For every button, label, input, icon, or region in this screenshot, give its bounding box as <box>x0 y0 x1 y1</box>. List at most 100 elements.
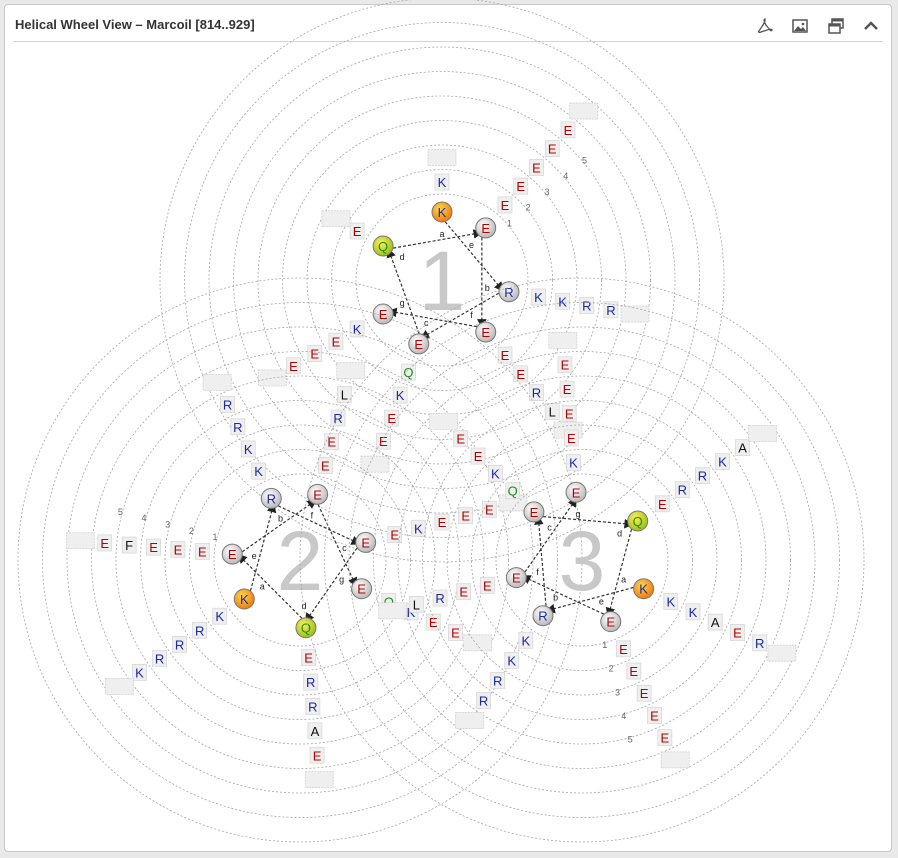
empty-slot <box>767 644 797 662</box>
outer-residue-letter: Q <box>508 484 518 499</box>
outer-residue-letter: E <box>304 651 313 666</box>
heptad-position-label: c <box>342 543 347 553</box>
empty-slot <box>548 331 578 349</box>
empty-slot <box>360 455 390 473</box>
outer-residue-letter: E <box>313 748 322 763</box>
outer-residue-letter: K <box>438 175 447 190</box>
helical-wheel-canvas: 1KaRbEcQdEeEfEgKK K R RQKEEEEEEEEEERLKEEE12… <box>17 0 865 843</box>
outer-residue-letter: E <box>332 334 341 349</box>
core-residue-letter: R <box>267 491 276 506</box>
outer-residue-letter: K <box>491 466 500 481</box>
heptad-position-label: e <box>599 597 604 607</box>
outer-residue-letter: E <box>548 142 557 157</box>
outer-residue-letter: R <box>493 673 502 688</box>
outer-residue-letter: K <box>254 464 263 479</box>
empty-slot <box>427 149 457 166</box>
outer-residue-letter: Q <box>403 365 413 380</box>
outer-residue-letter: R <box>678 483 687 498</box>
outer-residue-letter: L <box>549 404 556 419</box>
outer-residue-letter: E <box>660 731 669 746</box>
outer-residue-letter: E <box>564 123 573 138</box>
outer-residue-letter: E <box>532 160 541 175</box>
heptad-position-label: e <box>252 551 257 561</box>
heptad-position-label: f <box>536 567 539 577</box>
outer-residue-letter: E <box>567 431 576 446</box>
core-residue-letter: R <box>538 609 547 624</box>
core-residue-letter: E <box>357 582 366 597</box>
outer-residue-letter: E <box>640 686 649 701</box>
turn-number: 2 <box>189 526 194 536</box>
outer-residue-letter: R <box>532 386 541 401</box>
heptad-position-label: a <box>260 581 265 591</box>
empty-slot <box>569 102 599 120</box>
outer-residue-letter: A <box>711 615 720 630</box>
turn-number: 5 <box>628 735 633 745</box>
empty-slot <box>748 425 778 442</box>
outer-residue-letter: K <box>507 653 516 668</box>
empty-slot <box>429 413 458 430</box>
core-residue-letter: K <box>240 592 249 607</box>
heptad-position-label: g <box>339 574 344 584</box>
turn-number: 1 <box>212 532 217 542</box>
outer-residue-letter: E <box>321 458 330 473</box>
outer-residue-letter: E <box>516 179 525 194</box>
core-residue-letter: K <box>438 205 447 220</box>
outer-residue-letter: R <box>223 398 232 413</box>
empty-slot <box>660 751 690 769</box>
wheel-number-label: 3 <box>559 514 606 608</box>
outer-residue-letter: E <box>516 367 525 382</box>
empty-slot <box>104 678 134 695</box>
empty-slot <box>336 362 366 380</box>
outer-residue-letter: E <box>629 664 638 679</box>
outer-residue-letter: K <box>215 609 224 624</box>
outer-residue-letter: E <box>387 411 396 426</box>
heptad-position-label: c <box>547 522 552 532</box>
outer-residue-letter: E <box>390 528 399 543</box>
turn-number: 5 <box>582 155 587 165</box>
outer-residue-letter: R <box>195 623 204 638</box>
empty-slot <box>257 369 287 387</box>
heptad-position-label: b <box>278 513 283 523</box>
heptad-position-label: e <box>469 240 474 250</box>
outer-residue-letter: E <box>379 434 388 449</box>
outer-residue-letter: E <box>456 432 465 447</box>
empty-slot <box>463 634 493 652</box>
outer-residue-letter: R <box>698 469 707 484</box>
outer-residue-letter: K <box>666 594 675 609</box>
empty-slot <box>455 712 484 729</box>
core-residue-letter: Q <box>633 514 643 529</box>
outer-residue-letter: E <box>619 642 628 657</box>
outer-residue-letter: E <box>149 540 158 555</box>
heptad-position-label: g <box>400 298 405 308</box>
turn-number: 4 <box>621 711 626 721</box>
outer-residue-letter: L <box>341 387 348 402</box>
outer-residue-letter: K <box>244 442 253 457</box>
core-residue-letter: E <box>313 487 322 502</box>
heptad-position-label: d <box>617 529 622 539</box>
core-residue-letter: Q <box>301 621 311 636</box>
outer-residue-letter: E <box>100 536 109 551</box>
outer-residue-letter: K <box>353 322 362 337</box>
outer-residue-letter: E <box>501 348 510 363</box>
outer-residue-letter: K <box>718 455 727 470</box>
outer-residue-letter: K <box>396 388 405 403</box>
outer-residue-letter: E <box>353 224 362 239</box>
heptad-position-label: a <box>439 229 444 239</box>
heptad-position-label: b <box>485 283 490 293</box>
outer-residue-letter: K <box>414 521 423 536</box>
outer-residue-letter: E <box>565 407 574 422</box>
core-residue-letter: K <box>639 582 648 597</box>
outer-residue-letter: E <box>310 347 319 362</box>
outer-residue-letter: R <box>233 420 242 435</box>
outer-residue-letter: R <box>155 651 164 666</box>
core-residue-letter: Q <box>378 239 388 254</box>
outer-residue-letter: K <box>569 455 578 470</box>
core-residue-letter: E <box>530 505 539 520</box>
turn-number: 3 <box>165 520 170 530</box>
outer-residue-letter: E <box>459 585 468 600</box>
outer-residue-letter: K <box>521 633 530 648</box>
outer-residue-letter: E <box>658 497 667 512</box>
turn-number: 1 <box>602 640 607 650</box>
empty-slot <box>620 305 650 323</box>
outer-residue-letter: E <box>483 578 492 593</box>
